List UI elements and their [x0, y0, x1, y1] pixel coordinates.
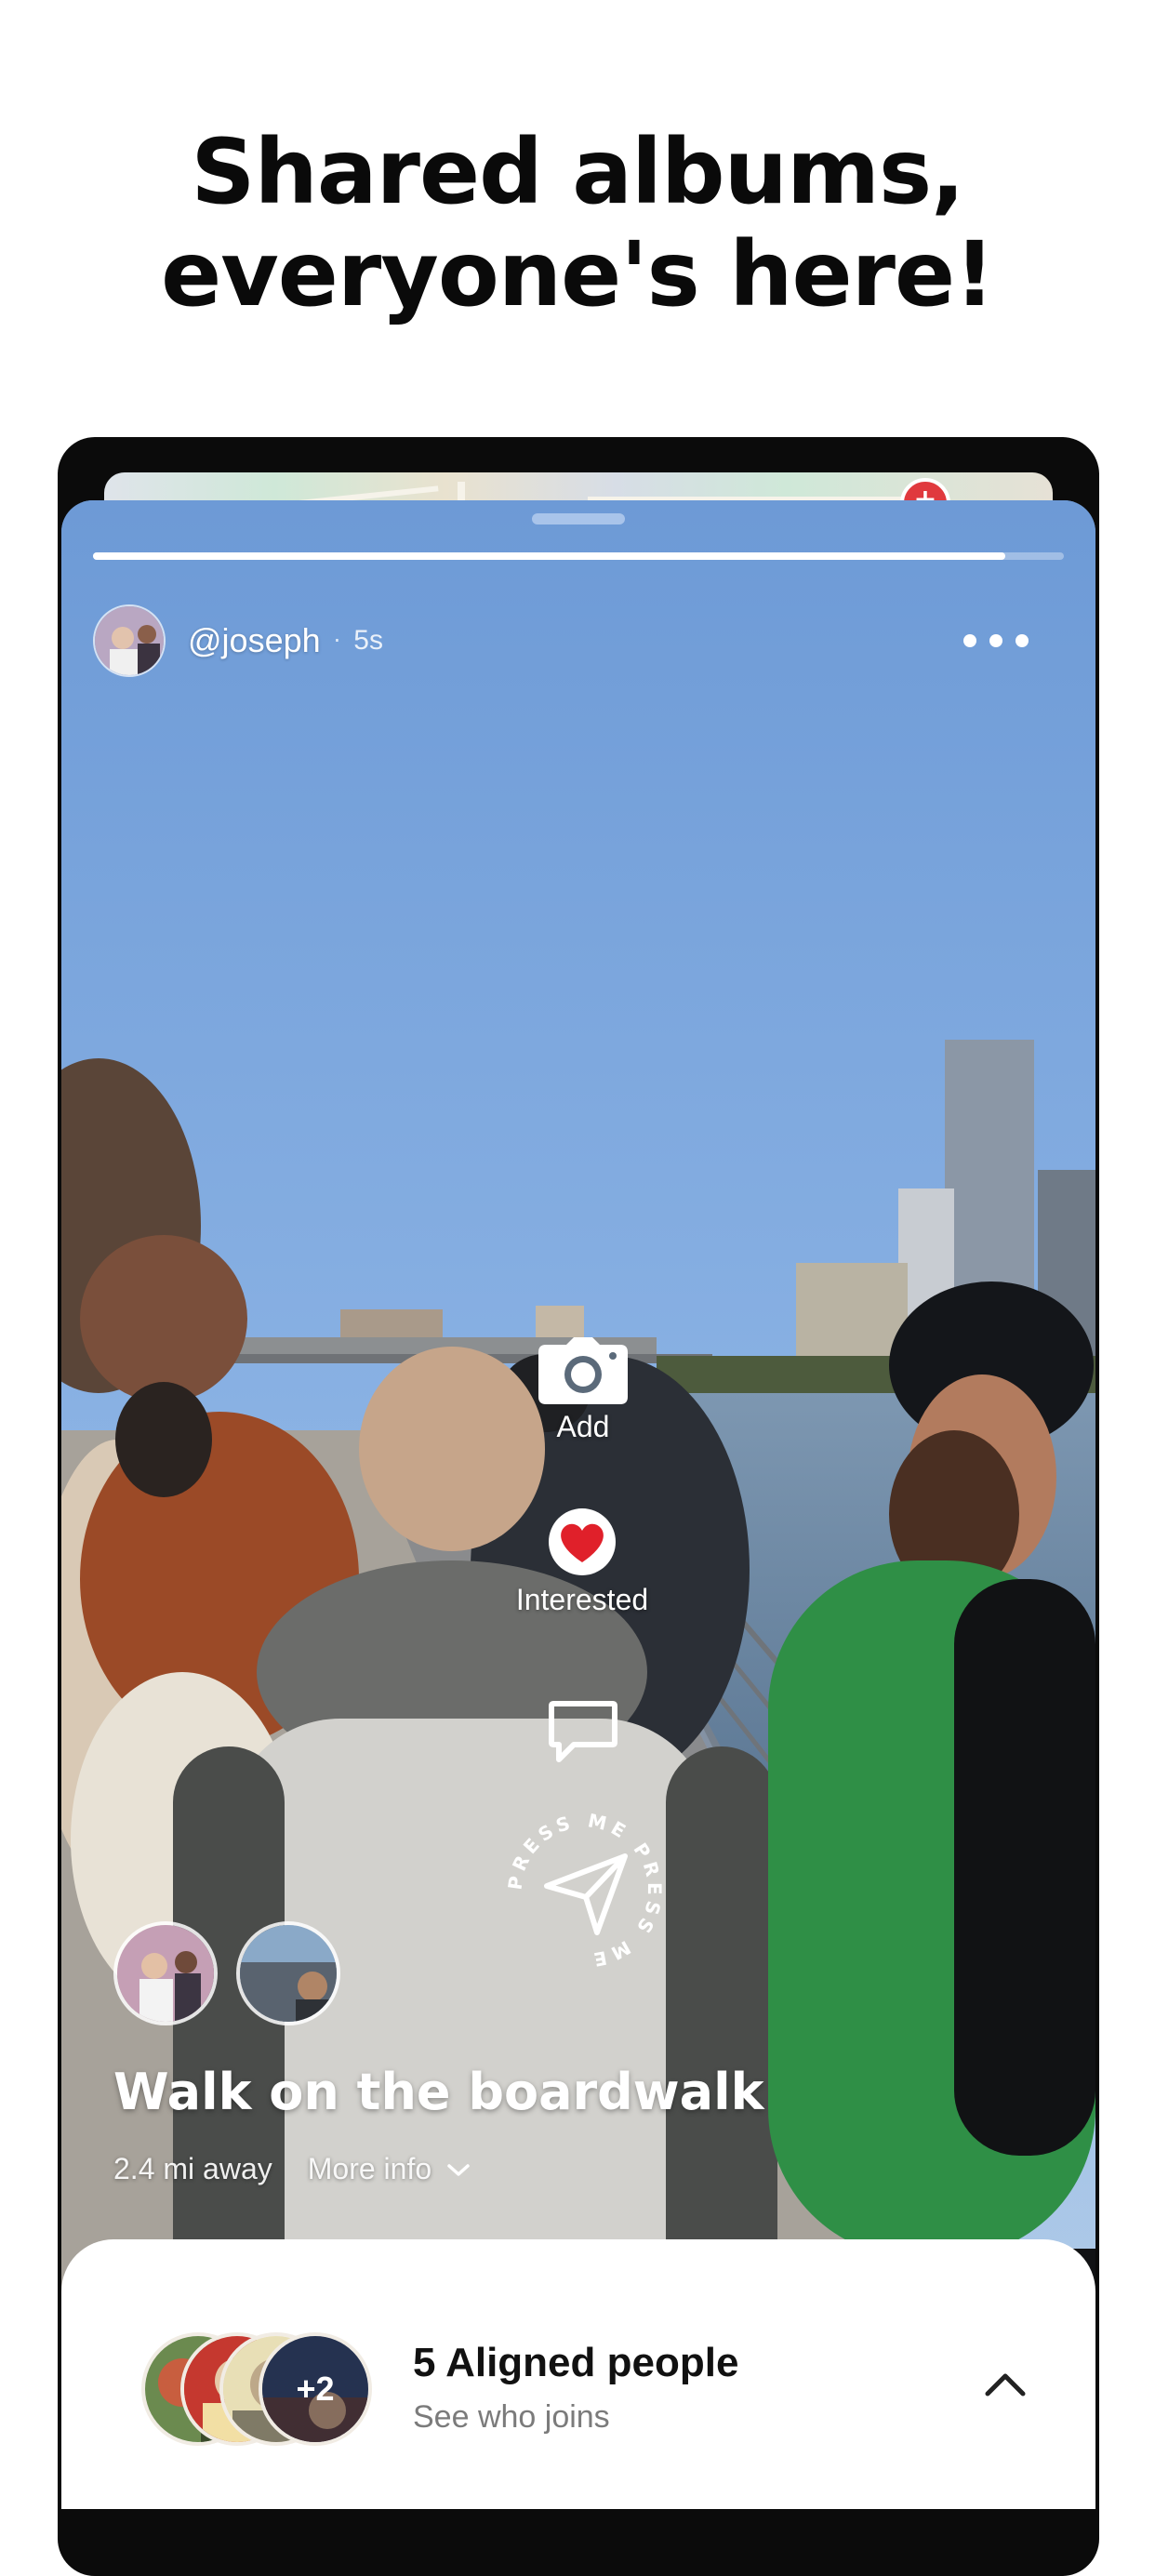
see-who-joins-label[interactable]: See who joins — [413, 2399, 610, 2436]
interested-action[interactable]: Interested — [452, 1507, 712, 1617]
more-options-button[interactable] — [963, 627, 1029, 655]
event-meta: 2.4 mi away More info — [113, 2152, 472, 2186]
author-avatar[interactable] — [93, 604, 166, 677]
album-thumbnail[interactable] — [236, 1921, 340, 2025]
heart-icon — [549, 1508, 616, 1575]
story-photo — [61, 500, 1095, 2509]
more-dot-icon — [1016, 634, 1029, 647]
press-me-text: PRESS ME PRESS ME — [506, 1812, 661, 1970]
chevron-up-icon[interactable] — [982, 2368, 1029, 2399]
person-avatar[interactable]: +2 — [259, 2332, 372, 2446]
extra-people-count: +2 — [262, 2336, 368, 2442]
send-press-me-button[interactable]: PRESS ME PRESS ME — [506, 1812, 664, 1970]
story-progress-bar — [93, 552, 1064, 560]
headline-line-2: everyone's here! — [161, 222, 995, 326]
chevron-down-icon — [447, 2163, 470, 2176]
post-time: 5s — [353, 625, 383, 656]
event-title: Walk on the boardwalk — [113, 2063, 764, 2121]
headline: Shared albums, everyone's here! — [0, 121, 1155, 325]
aligned-people-sheet[interactable]: +2 5 Aligned people See who joins — [61, 2239, 1095, 2509]
separator-dot: · — [333, 628, 341, 654]
more-dot-icon — [989, 634, 1002, 647]
add-label: Add — [556, 1410, 610, 1443]
interested-label: Interested — [515, 1583, 649, 1616]
comment-icon — [549, 1701, 617, 1762]
svg-text:PRESS ME PRESS ME: PRESS ME PRESS ME — [506, 1812, 664, 1970]
drag-handle[interactable] — [532, 513, 625, 524]
send-icon: PRESS ME PRESS ME — [506, 1812, 664, 1970]
author-username[interactable]: @joseph — [188, 621, 321, 660]
comment-action[interactable] — [523, 1700, 644, 1765]
story-progress-fill — [93, 552, 1006, 560]
people-avatar-stack[interactable]: +2 — [141, 2332, 383, 2453]
more-info-button[interactable]: More info — [308, 2152, 472, 2186]
more-dot-icon — [963, 634, 976, 647]
camera-icon — [538, 1337, 628, 1404]
story-viewer[interactable]: @joseph · 5s Add Interested PRESS ME PRE… — [61, 500, 1095, 2509]
album-thumbnail[interactable] — [113, 1921, 218, 2025]
aligned-people-title: 5 Aligned people — [413, 2340, 739, 2385]
add-photo-action[interactable]: Add — [523, 1337, 644, 1444]
headline-line-1: Shared albums, — [191, 120, 964, 224]
more-info-label: More info — [307, 2152, 432, 2185]
event-distance: 2.4 mi away — [113, 2152, 272, 2185]
story-author[interactable]: @joseph · 5s — [93, 603, 383, 679]
